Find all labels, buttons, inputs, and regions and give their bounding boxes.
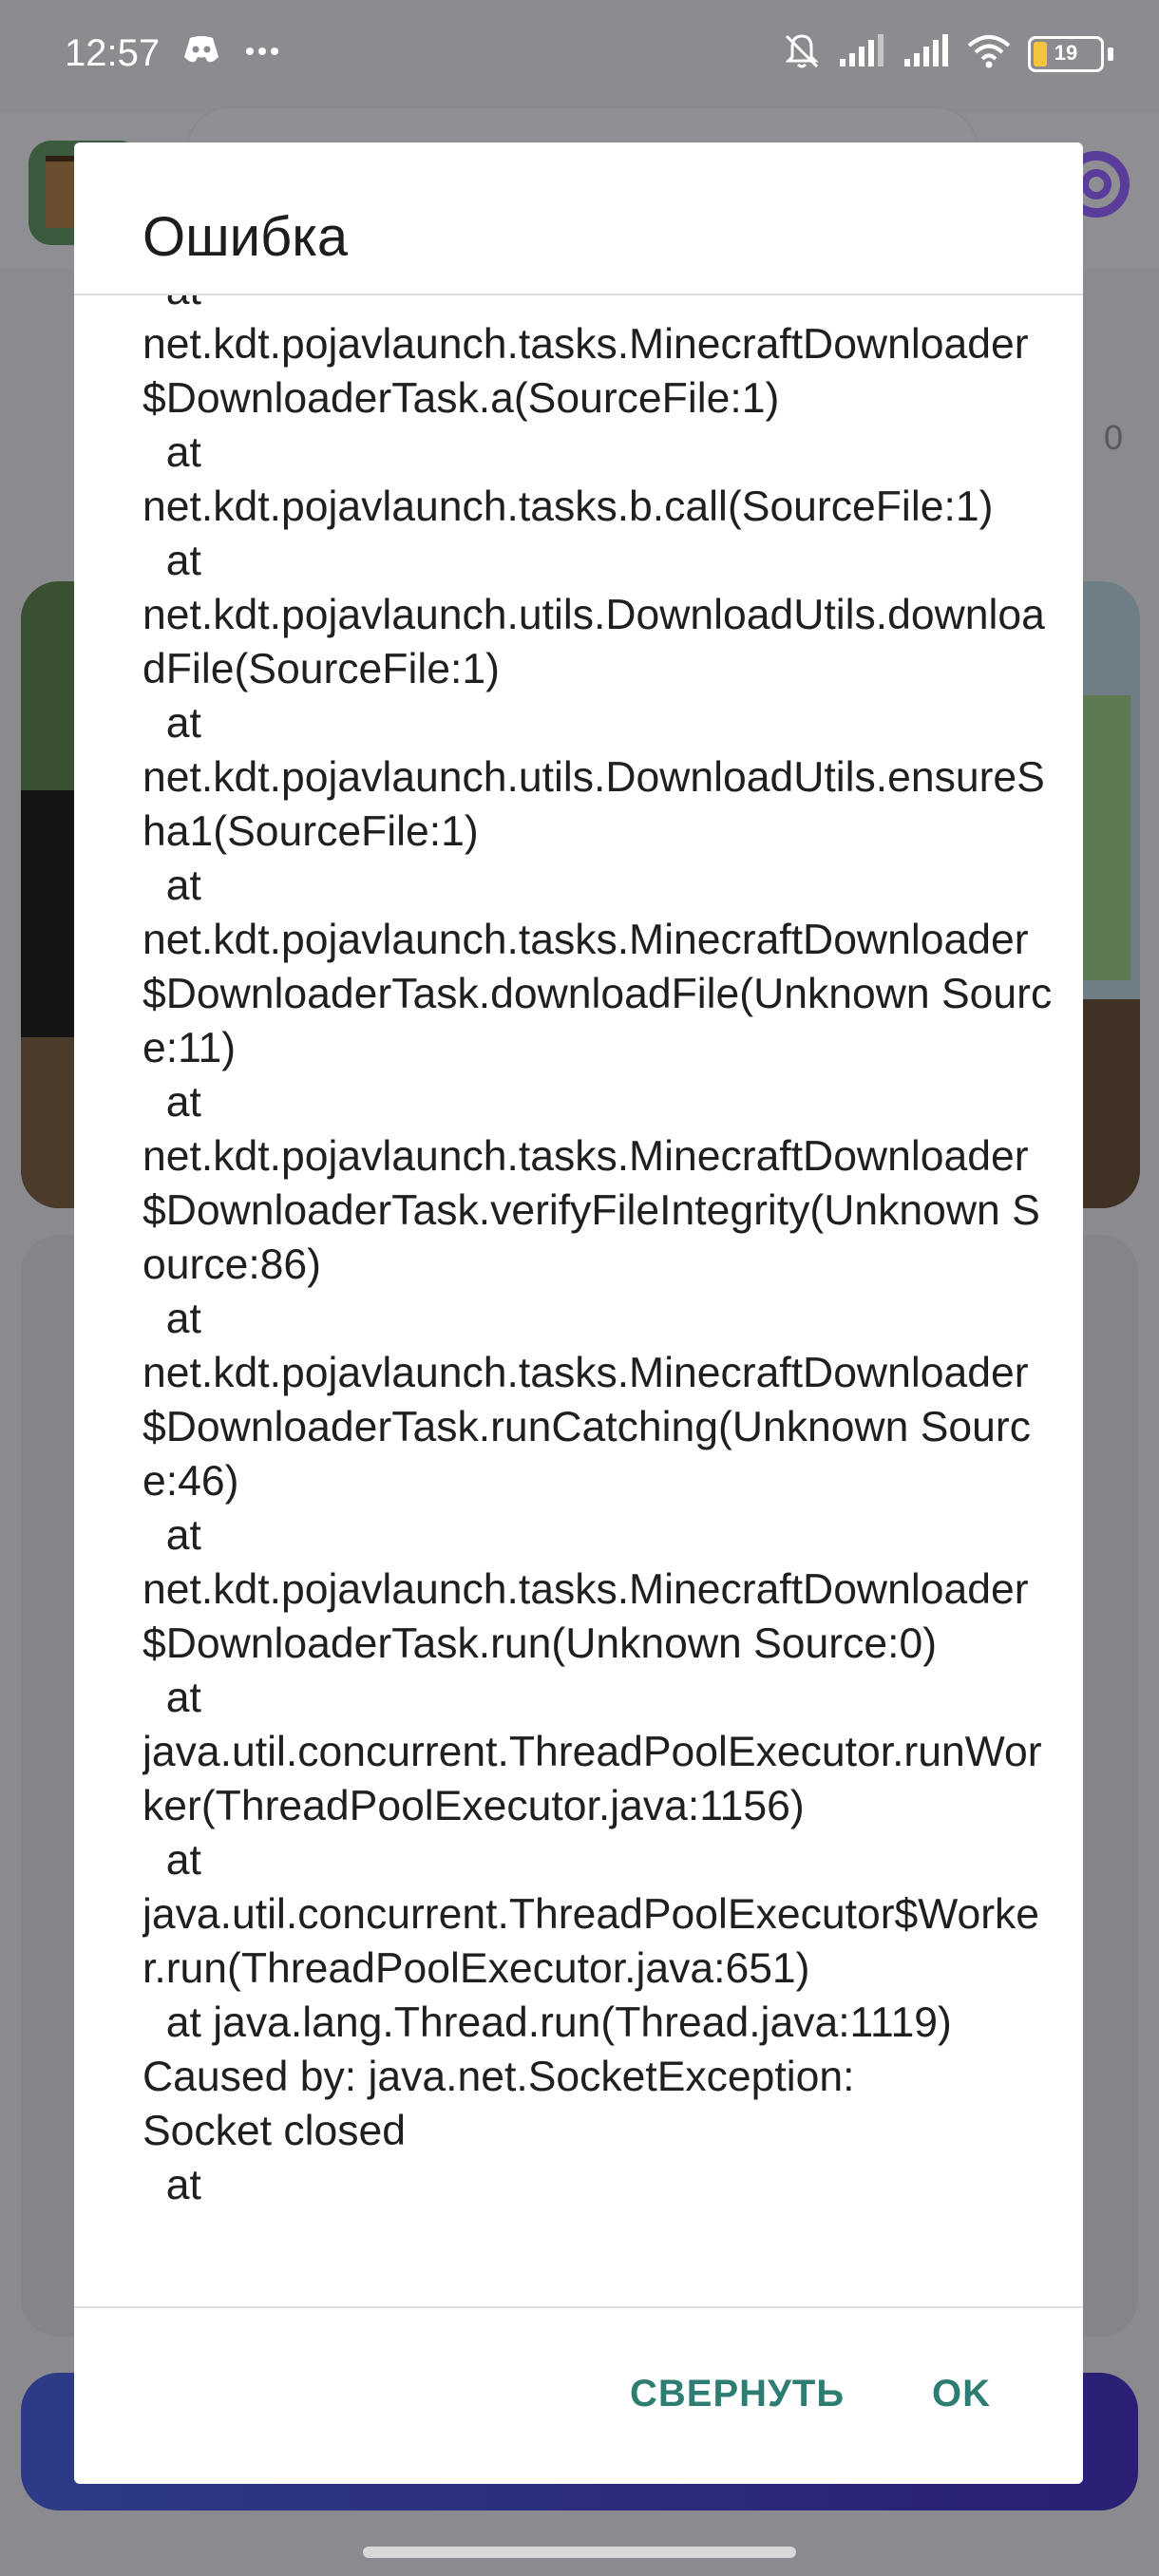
error-stacktrace: at net.kdt.pojavlaunch.tasks.MinecraftDo… — [142, 295, 1053, 2208]
mute-icon — [783, 32, 821, 75]
divider — [74, 2306, 1083, 2308]
wifi-icon — [967, 34, 1011, 73]
battery-level: 19 — [1054, 40, 1078, 65]
error-dialog: Ошибка at net.kdt.pojavlaunch.tasks.Mine… — [74, 142, 1083, 2484]
status-bar: 12:57 19 — [0, 0, 1159, 112]
signal-icon — [902, 34, 950, 73]
side-counter: 0 — [1103, 418, 1123, 457]
status-time: 12:57 — [65, 32, 161, 74]
discord-icon — [182, 34, 220, 69]
error-message-scroll[interactable]: at net.kdt.pojavlaunch.tasks.MinecraftDo… — [142, 295, 1054, 2306]
gesture-nav-handle[interactable] — [363, 2547, 796, 2558]
ok-button[interactable]: OK — [932, 2356, 991, 2432]
signal-icon — [838, 34, 885, 73]
more-icon — [245, 44, 279, 61]
dialog-title: Ошибка — [142, 206, 349, 268]
collapse-button[interactable]: СВЕРНУТЬ — [630, 2356, 845, 2432]
battery-icon: 19 — [1028, 35, 1104, 72]
